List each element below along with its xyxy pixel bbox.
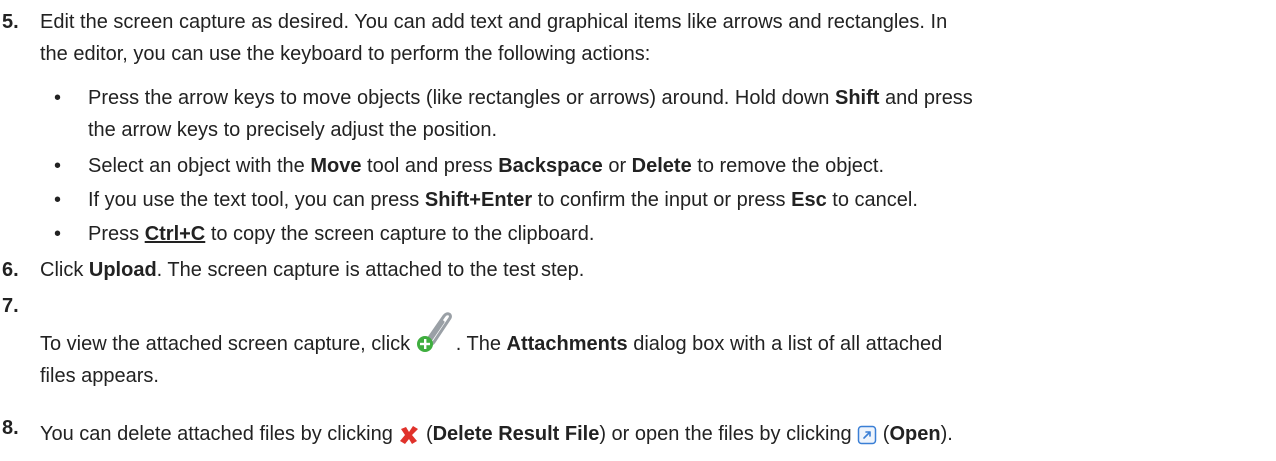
- keyword: Attachments: [506, 333, 628, 355]
- step-number: 8.: [2, 417, 19, 439]
- step-text-line: the editor, you can use the keyboard to …: [40, 43, 651, 65]
- keyword: Move: [310, 155, 362, 177]
- bullet-text: Press the arrow keys to move objects (li…: [88, 87, 973, 109]
- step-text-line: files appears.: [40, 365, 159, 387]
- step-number: 7.: [2, 295, 19, 317]
- bullet-dot: •: [54, 189, 62, 211]
- keyword: Upload: [88, 259, 157, 281]
- keyword: Shift+Enter: [424, 189, 533, 211]
- bullet-text: Press Ctrl+C to copy the screen capture …: [88, 223, 595, 245]
- open-external-icon[interactable]: [857, 425, 877, 445]
- step-number: 5.: [2, 11, 19, 33]
- keyword: Delete Result File: [432, 423, 600, 445]
- keyword: Delete: [631, 155, 692, 177]
- keyword: Esc: [791, 189, 827, 211]
- bullet-dot: •: [54, 155, 62, 177]
- bullet-text: Select an object with the Move tool and …: [88, 155, 885, 177]
- bullet-dot: •: [54, 87, 62, 109]
- bullet-dot: •: [54, 223, 62, 245]
- paperclip-add-icon[interactable]: [416, 312, 456, 358]
- keyword: Shift: [834, 87, 880, 109]
- step-text: Click Upload. The screen capture is atta…: [40, 259, 585, 281]
- keyword: Backspace: [498, 155, 603, 177]
- red-x-delete-icon[interactable]: [398, 424, 420, 446]
- step-text: You can delete attached files by clickin…: [40, 423, 953, 446]
- keyboard-shortcut-link[interactable]: Ctrl+C: [145, 223, 206, 245]
- bullet-text: the arrow keys to precisely adjust the p…: [88, 119, 498, 141]
- bullet-text: If you use the text tool, you can press …: [88, 189, 918, 211]
- step-text: To view the attached screen capture, cli…: [40, 312, 1260, 390]
- help-document: 5. Edit the screen capture as desired. Y…: [0, 0, 1276, 461]
- step-number: 6.: [2, 259, 19, 281]
- step-text-line: Edit the screen capture as desired. You …: [40, 11, 948, 33]
- keyword: Open: [889, 423, 941, 445]
